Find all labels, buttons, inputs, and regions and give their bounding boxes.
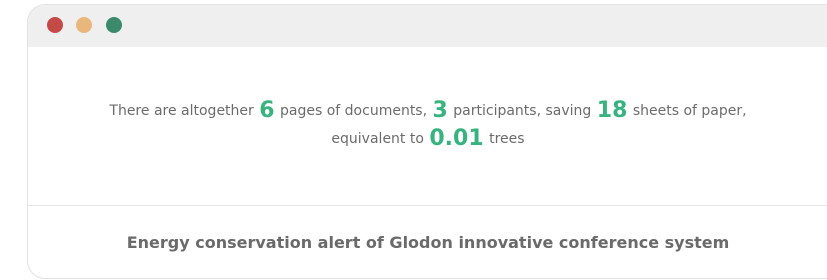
summary-text: pages of documents, [280,103,428,119]
summary-text: trees [489,131,525,147]
summary-text: sheets of paper, [632,103,747,119]
app-window: There are altogether 6 pages of document… [27,4,827,279]
footer-title: Energy conservation alert of Glodon inno… [126,233,730,252]
participants-count: 3 [432,98,448,123]
pages-count: 6 [259,98,275,123]
summary-text: participants, saving [453,103,592,119]
title-bar [28,5,827,47]
close-dot[interactable] [47,17,63,33]
savings-summary: There are altogether 6 pages of document… [28,97,827,153]
sheets-count: 18 [596,98,628,123]
divider [28,205,827,206]
minimize-dot[interactable] [76,17,92,33]
trees-count: 0.01 [429,126,484,151]
summary-text: equivalent to [331,131,424,147]
summary-text: There are altogether [109,103,254,119]
maximize-dot[interactable] [106,17,122,33]
